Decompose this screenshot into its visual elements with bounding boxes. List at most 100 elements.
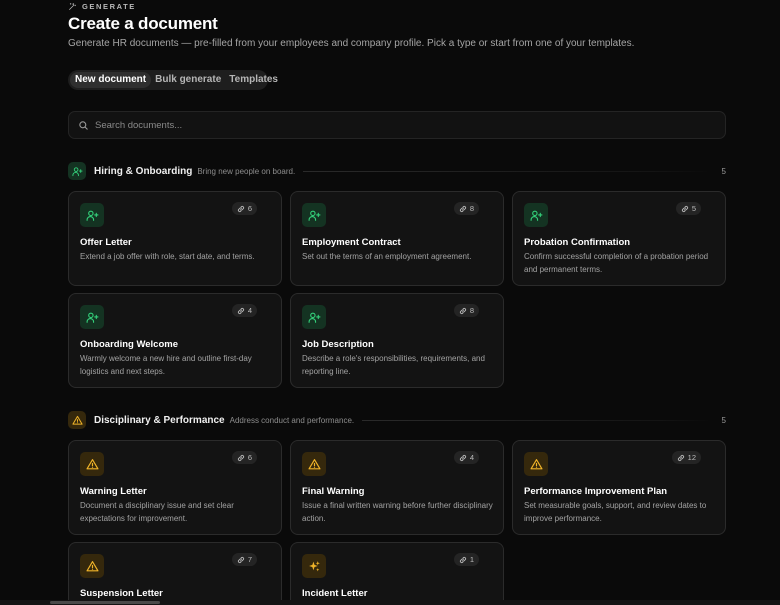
page-subtitle: Generate HR documents — pre-filled from …	[68, 38, 635, 49]
card-icon	[80, 554, 104, 578]
card-icon	[302, 305, 326, 329]
badge-count: 1	[469, 555, 474, 564]
card-icon	[80, 305, 104, 329]
badge-count: 5	[691, 204, 696, 213]
card-offer-letter[interactable]: 6 Offer Letter Extend a job offer with r…	[68, 191, 282, 286]
tab-templates[interactable]: Templates	[225, 72, 282, 88]
tab-new-document[interactable]: New document	[70, 72, 152, 88]
page-title: Create a document	[68, 14, 218, 33]
magic-wand-icon	[69, 3, 76, 10]
card-title: Final Warning	[302, 486, 365, 497]
badge-count: 6	[247, 204, 252, 213]
card-description: Describe a role's responsibilities, requ…	[302, 354, 485, 376]
card-description: Set out the terms of an employment agree…	[302, 252, 472, 261]
link-icon	[237, 307, 244, 314]
card-icon	[524, 452, 548, 476]
user-plus-icon	[530, 210, 542, 221]
section-divider	[303, 170, 712, 172]
template-count-badge: 6	[231, 202, 257, 215]
link-icon	[459, 454, 466, 461]
card-performance-improvement-plan[interactable]: 12 Performance Improvement Plan Set meas…	[512, 440, 726, 535]
horizontal-scrollbar[interactable]	[0, 600, 780, 605]
badge-count: 7	[247, 555, 252, 564]
template-count-badge: 8	[453, 202, 479, 215]
search-icon	[79, 120, 88, 130]
card-description: Extend a job offer with role, start date…	[80, 252, 255, 261]
link-icon	[459, 556, 466, 563]
card-title: Incident Letter	[302, 588, 368, 599]
link-icon	[237, 454, 244, 461]
card-suspension-letter[interactable]: 7 Suspension Letter	[68, 542, 282, 605]
card-employment-contract[interactable]: 8 Employment Contract Set out the terms …	[290, 191, 504, 286]
link-icon	[677, 454, 684, 461]
warning-icon	[85, 458, 99, 469]
card-onboarding-welcome[interactable]: 4 Onboarding Welcome Warmly welcome a ne…	[68, 293, 282, 388]
eyebrow: GENERATE	[68, 2, 136, 11]
tab-bulk-generate[interactable]: Bulk generate	[151, 72, 225, 88]
user-plus-icon	[308, 312, 320, 323]
card-job-description[interactable]: 8 Job Description Describe a role's resp…	[290, 293, 504, 388]
section-hiring-onboarding: Hiring & Onboarding Bring new people on …	[68, 162, 726, 180]
card-warning-letter[interactable]: 6 Warning Letter Document a disciplinary…	[68, 440, 282, 535]
card-description: Confirm successful completion of a proba…	[524, 252, 709, 274]
badge-count: 8	[469, 306, 474, 315]
section-disciplinary-performance: Disciplinary & Performance Address condu…	[68, 411, 726, 429]
template-count-badge: 6	[231, 451, 257, 464]
template-count-badge: 8	[453, 304, 479, 317]
template-count-badge: 4	[231, 304, 257, 317]
badge-count: 8	[469, 204, 474, 213]
card-probation-confirmation[interactable]: 5 Probation Confirmation Confirm success…	[512, 191, 726, 286]
sparkles-icon	[308, 560, 320, 571]
link-icon	[459, 307, 466, 314]
template-count-badge: 4	[453, 451, 479, 464]
section-title: Disciplinary & Performance	[94, 414, 225, 426]
card-icon	[302, 203, 326, 227]
card-title: Warning Letter	[80, 486, 147, 497]
template-count-badge: 12	[671, 451, 701, 464]
user-plus-icon	[86, 312, 98, 323]
link-icon	[237, 205, 244, 212]
badge-count: 6	[247, 453, 252, 462]
badge-count: 12	[687, 453, 696, 462]
warning-icon	[71, 415, 83, 425]
card-incident-letter[interactable]: 1 Incident Letter	[290, 542, 504, 605]
warning-icon	[85, 560, 99, 571]
template-count-badge: 5	[675, 202, 701, 215]
card-title: Probation Confirmation	[524, 237, 631, 248]
template-count-badge: 1	[453, 553, 479, 566]
link-icon	[681, 205, 688, 212]
card-title: Job Description	[302, 339, 374, 350]
badge-count: 4	[247, 306, 252, 315]
card-description: Document a disciplinary issue and set cl…	[80, 501, 234, 523]
section-icon	[68, 411, 86, 429]
card-icon	[302, 452, 326, 476]
user-plus-icon	[86, 210, 98, 221]
card-description: Warmly welcome a new hire and outline fi…	[80, 354, 252, 376]
card-title: Performance Improvement Plan	[524, 486, 668, 497]
card-title: Onboarding Welcome	[80, 339, 179, 350]
section-count: 5	[721, 415, 726, 425]
card-description: Set measurable goals, support, and revie…	[524, 501, 707, 523]
section-divider	[362, 419, 712, 421]
section-count: 5	[721, 166, 726, 176]
search-input[interactable]	[95, 119, 695, 131]
section-icon	[68, 162, 86, 180]
user-plus-icon	[71, 166, 83, 176]
card-title: Employment Contract	[302, 237, 401, 248]
badge-count: 4	[469, 453, 474, 462]
card-icon	[80, 203, 104, 227]
template-count-badge: 7	[231, 553, 257, 566]
card-icon	[524, 203, 548, 227]
eyebrow-label: GENERATE	[82, 2, 136, 11]
user-plus-icon	[308, 210, 320, 221]
card-final-warning[interactable]: 4 Final Warning Issue a final written wa…	[290, 440, 504, 535]
link-icon	[459, 205, 466, 212]
scrollbar-thumb[interactable]	[50, 601, 160, 604]
link-icon	[237, 556, 244, 563]
card-icon	[80, 452, 104, 476]
card-title: Offer Letter	[80, 237, 132, 248]
search-box	[68, 111, 726, 139]
card-icon	[302, 554, 326, 578]
card-title: Suspension Letter	[80, 588, 163, 599]
warning-icon	[307, 458, 321, 469]
